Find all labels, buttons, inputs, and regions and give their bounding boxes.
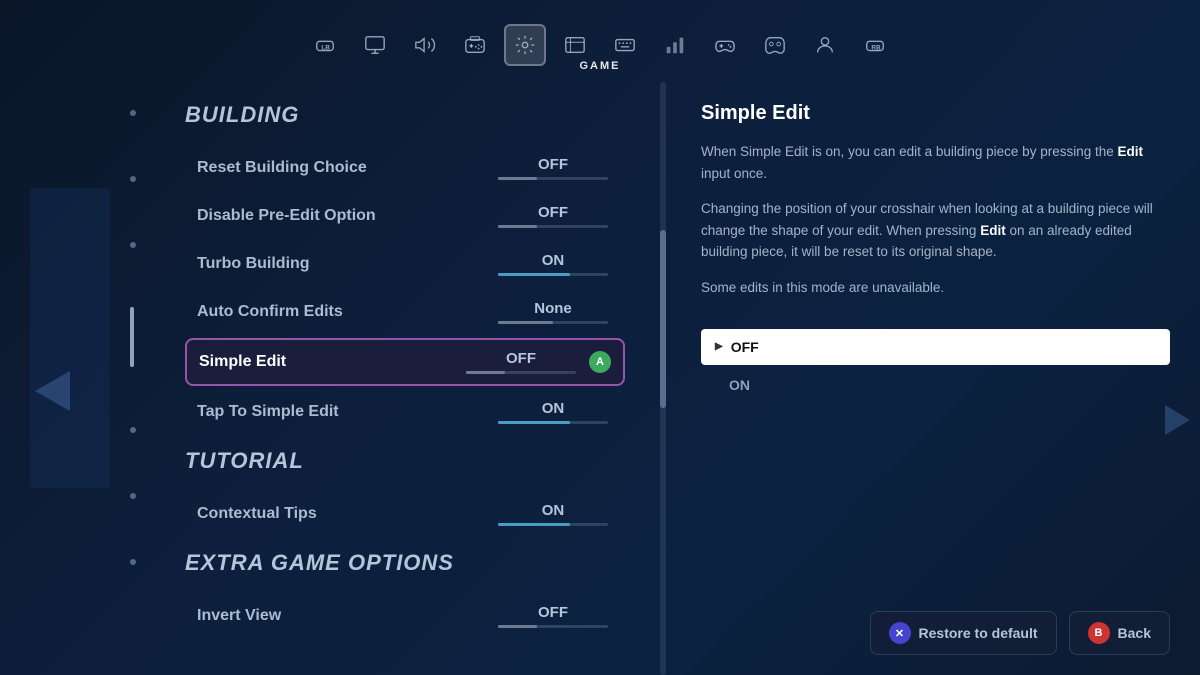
setting-value-turbo: ON — [493, 252, 613, 276]
b-button-badge: B — [1088, 622, 1110, 644]
main-layout: BUILDING Reset Building Choice OFF Disab… — [155, 82, 1200, 675]
tutorial-section-title: TUTORIAL — [185, 448, 625, 474]
restore-default-button[interactable]: ✕ Restore to default — [870, 611, 1057, 655]
info-paragraph-2: Changing the position of your crosshair … — [701, 198, 1170, 263]
sidebar-active-bar — [130, 307, 134, 367]
setting-invert-view[interactable]: Invert View OFF — [185, 594, 625, 638]
setting-name-contextual: Contextual Tips — [197, 505, 317, 523]
dropdown-container: ▶ OFF ON — [701, 329, 1170, 403]
active-nav-label: GAME — [580, 60, 621, 72]
decorative-triangle-left — [35, 371, 70, 411]
setting-value-contextual: ON — [493, 502, 613, 526]
slider-tap-simple — [498, 421, 608, 424]
scroll-thumb — [660, 230, 666, 408]
sidebar-dot — [130, 559, 136, 565]
setting-name-pre-edit: Disable Pre-Edit Option — [197, 207, 376, 225]
setting-value-reset: OFF — [493, 156, 613, 180]
sidebar-dot — [130, 110, 136, 116]
top-navigation: LB RB GAME — [0, 0, 1200, 80]
nav-rb[interactable]: RB — [854, 24, 896, 66]
setting-name-reset: Reset Building Choice — [197, 159, 367, 177]
slider-fill-auto-confirm — [498, 321, 553, 324]
nav-game[interactable] — [504, 24, 546, 66]
setting-contextual-tips[interactable]: Contextual Tips ON — [185, 492, 625, 536]
x-button-badge: ✕ — [889, 622, 911, 644]
setting-value-text-auto-confirm: None — [534, 300, 572, 317]
setting-value-text-turbo: ON — [542, 252, 565, 269]
slider-fill-contextual — [498, 523, 570, 526]
setting-value-text-contextual: ON — [542, 502, 565, 519]
setting-tap-to-simple-edit[interactable]: Tap To Simple Edit ON — [185, 390, 625, 434]
slider-fill-pre-edit — [498, 225, 537, 228]
setting-value-simple-edit: OFF — [461, 350, 581, 374]
restore-label: Restore to default — [919, 625, 1038, 641]
nav-profile[interactable] — [804, 24, 846, 66]
setting-name-turbo: Turbo Building — [197, 255, 310, 273]
svg-text:RB: RB — [871, 45, 881, 52]
slider-reset — [498, 177, 608, 180]
nav-gamepad[interactable] — [704, 24, 746, 66]
slider-fill-simple-edit — [466, 371, 505, 374]
slider-auto-confirm — [498, 321, 608, 324]
settings-panel: BUILDING Reset Building Choice OFF Disab… — [155, 82, 655, 675]
dropdown-option-off[interactable]: ▶ OFF — [701, 329, 1170, 365]
sidebar-dot — [130, 176, 136, 182]
info-paragraph-1: When Simple Edit is on, you can edit a b… — [701, 141, 1170, 184]
info-panel: Simple Edit When Simple Edit is on, you … — [671, 82, 1200, 675]
nav-stats[interactable] — [654, 24, 696, 66]
setting-name-invert: Invert View — [197, 607, 281, 625]
nav-input[interactable] — [454, 24, 496, 66]
setting-name-auto-confirm: Auto Confirm Edits — [197, 303, 343, 321]
sidebar-dot — [130, 427, 136, 433]
svg-text:LB: LB — [321, 45, 330, 52]
setting-reset-building-choice[interactable]: Reset Building Choice OFF — [185, 146, 625, 190]
setting-value-text-invert: OFF — [538, 604, 568, 621]
setting-value-tap-simple: ON — [493, 400, 613, 424]
back-button[interactable]: B Back — [1069, 611, 1170, 655]
bottom-buttons: ✕ Restore to default B Back — [870, 611, 1170, 655]
nav-monitor[interactable] — [354, 24, 396, 66]
slider-fill-tap-simple — [498, 421, 570, 424]
dropdown-label-on: ON — [729, 377, 750, 393]
dropdown-arrow: ▶ — [715, 341, 723, 352]
active-row-right: OFF A — [461, 350, 611, 374]
sidebar-dots — [130, 0, 136, 675]
nav-gamepad2[interactable] — [754, 24, 796, 66]
setting-value-text-reset: OFF — [538, 156, 568, 173]
setting-value-auto-confirm: None — [493, 300, 613, 324]
slider-fill-invert — [498, 625, 537, 628]
setting-value-pre-edit: OFF — [493, 204, 613, 228]
building-section-title: BUILDING — [185, 102, 625, 128]
setting-simple-edit[interactable]: Simple Edit OFF A — [185, 338, 625, 386]
slider-turbo — [498, 273, 608, 276]
slider-fill-turbo — [498, 273, 570, 276]
slider-pre-edit — [498, 225, 608, 228]
dropdown-option-on[interactable]: ON — [701, 367, 1170, 403]
nav-audio[interactable] — [404, 24, 446, 66]
setting-value-invert: OFF — [493, 604, 613, 628]
nav-lb[interactable]: LB — [304, 24, 346, 66]
scroll-divider — [660, 82, 666, 675]
setting-value-text-tap-simple: ON — [542, 400, 565, 417]
setting-turbo-building[interactable]: Turbo Building ON — [185, 242, 625, 286]
info-paragraph-3: Some edits in this mode are unavailable. — [701, 277, 1170, 299]
setting-auto-confirm[interactable]: Auto Confirm Edits None — [185, 290, 625, 334]
dropdown-label-off: OFF — [731, 339, 759, 355]
slider-invert — [498, 625, 608, 628]
info-panel-title: Simple Edit — [701, 102, 1170, 125]
setting-name-simple-edit: Simple Edit — [199, 353, 286, 371]
extra-section-title: EXTRA GAME OPTIONS — [185, 550, 625, 576]
setting-value-text-pre-edit: OFF — [538, 204, 568, 221]
back-label: Back — [1118, 625, 1151, 641]
a-button-badge: A — [589, 351, 611, 373]
sidebar-dot — [130, 242, 136, 248]
slider-contextual — [498, 523, 608, 526]
setting-disable-pre-edit[interactable]: Disable Pre-Edit Option OFF — [185, 194, 625, 238]
setting-value-text-simple-edit: OFF — [506, 350, 536, 367]
setting-name-tap-simple: Tap To Simple Edit — [197, 403, 339, 421]
slider-simple-edit — [466, 371, 576, 374]
sidebar-dot — [130, 493, 136, 499]
slider-fill-reset — [498, 177, 537, 180]
